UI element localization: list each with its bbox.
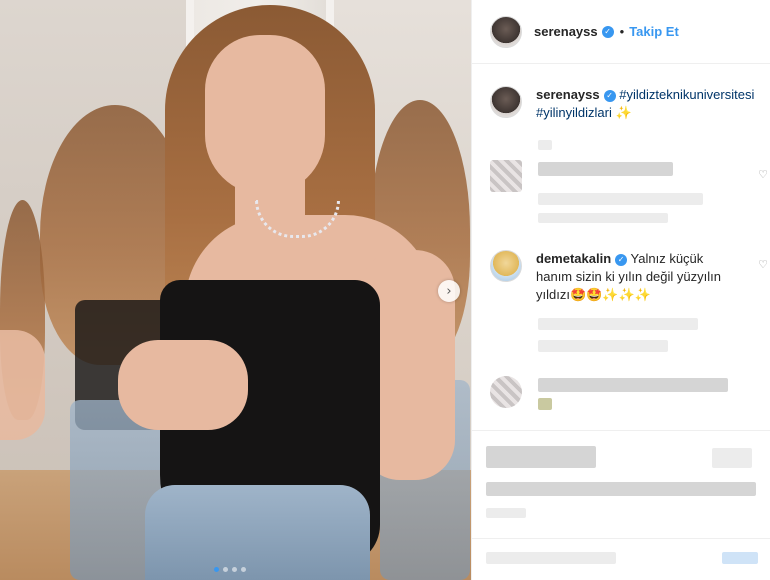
emoji-reactions: 🤩🤩✨✨✨ xyxy=(569,288,651,303)
author-username[interactable]: serenayss xyxy=(534,24,598,39)
hashtag-link[interactable]: #yilinyildizlari xyxy=(536,105,612,120)
avatar[interactable] xyxy=(490,15,522,48)
blurred-avatar xyxy=(490,376,522,408)
caption-body: serenayss ✓ #yildizteknikuniversitesi #yi… xyxy=(536,86,754,123)
carousel-dot xyxy=(232,567,237,572)
blurred-post-button[interactable] xyxy=(722,552,758,564)
blurred-text xyxy=(538,140,552,150)
hashtag-link[interactable]: #yildizteknikuniversitesi xyxy=(619,87,754,102)
verified-badge-icon: ✓ xyxy=(603,90,616,102)
post-sidebar: serenayss ✓ • Takip Et serenayss ✓ #yildi… xyxy=(471,0,770,580)
avatar[interactable] xyxy=(490,86,522,118)
carousel-dot xyxy=(223,567,228,572)
post-header: serenayss ✓ • Takip Et xyxy=(472,0,770,64)
blurred-text xyxy=(538,398,552,410)
divider xyxy=(472,430,770,431)
comment: demetakalin ✓ Yalnız küçük hanım sizin ki… xyxy=(490,250,766,305)
chevron-right-icon[interactable]: › xyxy=(438,280,460,302)
caption-author[interactable]: serenayss xyxy=(536,87,600,102)
comment-body: demetakalin ✓ Yalnız küçük hanım sizin ki… xyxy=(536,250,721,305)
caption: serenayss ✓ #yildizteknikuniversitesi #yi… xyxy=(490,86,766,123)
comment-text: Yalnız küçük xyxy=(630,251,704,266)
comment-text: yıldızı xyxy=(536,287,570,302)
blurred-timestamp xyxy=(486,508,526,518)
carousel-dots xyxy=(214,567,246,572)
blurred-text xyxy=(538,162,673,176)
hands xyxy=(118,340,248,430)
verified-badge-icon: ✓ xyxy=(615,254,628,266)
blurred-text xyxy=(538,378,728,392)
sparkles-icon: ✨ xyxy=(615,106,632,121)
comment-author[interactable]: demetakalin xyxy=(536,251,611,266)
comment-text: hanım sizin ki yılın değil yüzyılın xyxy=(536,269,721,284)
divider xyxy=(472,538,770,539)
blurred-actions xyxy=(712,448,752,468)
blurred-text xyxy=(538,318,698,330)
blurred-text xyxy=(538,340,668,352)
blurred-text xyxy=(538,213,668,223)
blurred-actions xyxy=(486,446,596,468)
reflection-arm xyxy=(0,330,45,440)
blurred-avatar xyxy=(490,160,522,192)
blurred-text xyxy=(538,193,703,205)
heart-icon[interactable]: ♡ xyxy=(758,258,768,271)
separator: • xyxy=(619,24,625,39)
follow-button[interactable]: Takip Et xyxy=(629,24,679,39)
carousel-dot xyxy=(241,567,246,572)
post-photo[interactable]: › xyxy=(0,0,471,580)
avatar[interactable] xyxy=(490,250,522,282)
blurred-comment-input[interactable] xyxy=(486,552,616,564)
carousel-dot xyxy=(214,567,219,572)
heart-icon[interactable]: ♡ xyxy=(758,168,768,181)
verified-badge-icon: ✓ xyxy=(601,25,614,38)
jeans xyxy=(145,485,370,580)
blurred-likes xyxy=(486,482,756,496)
